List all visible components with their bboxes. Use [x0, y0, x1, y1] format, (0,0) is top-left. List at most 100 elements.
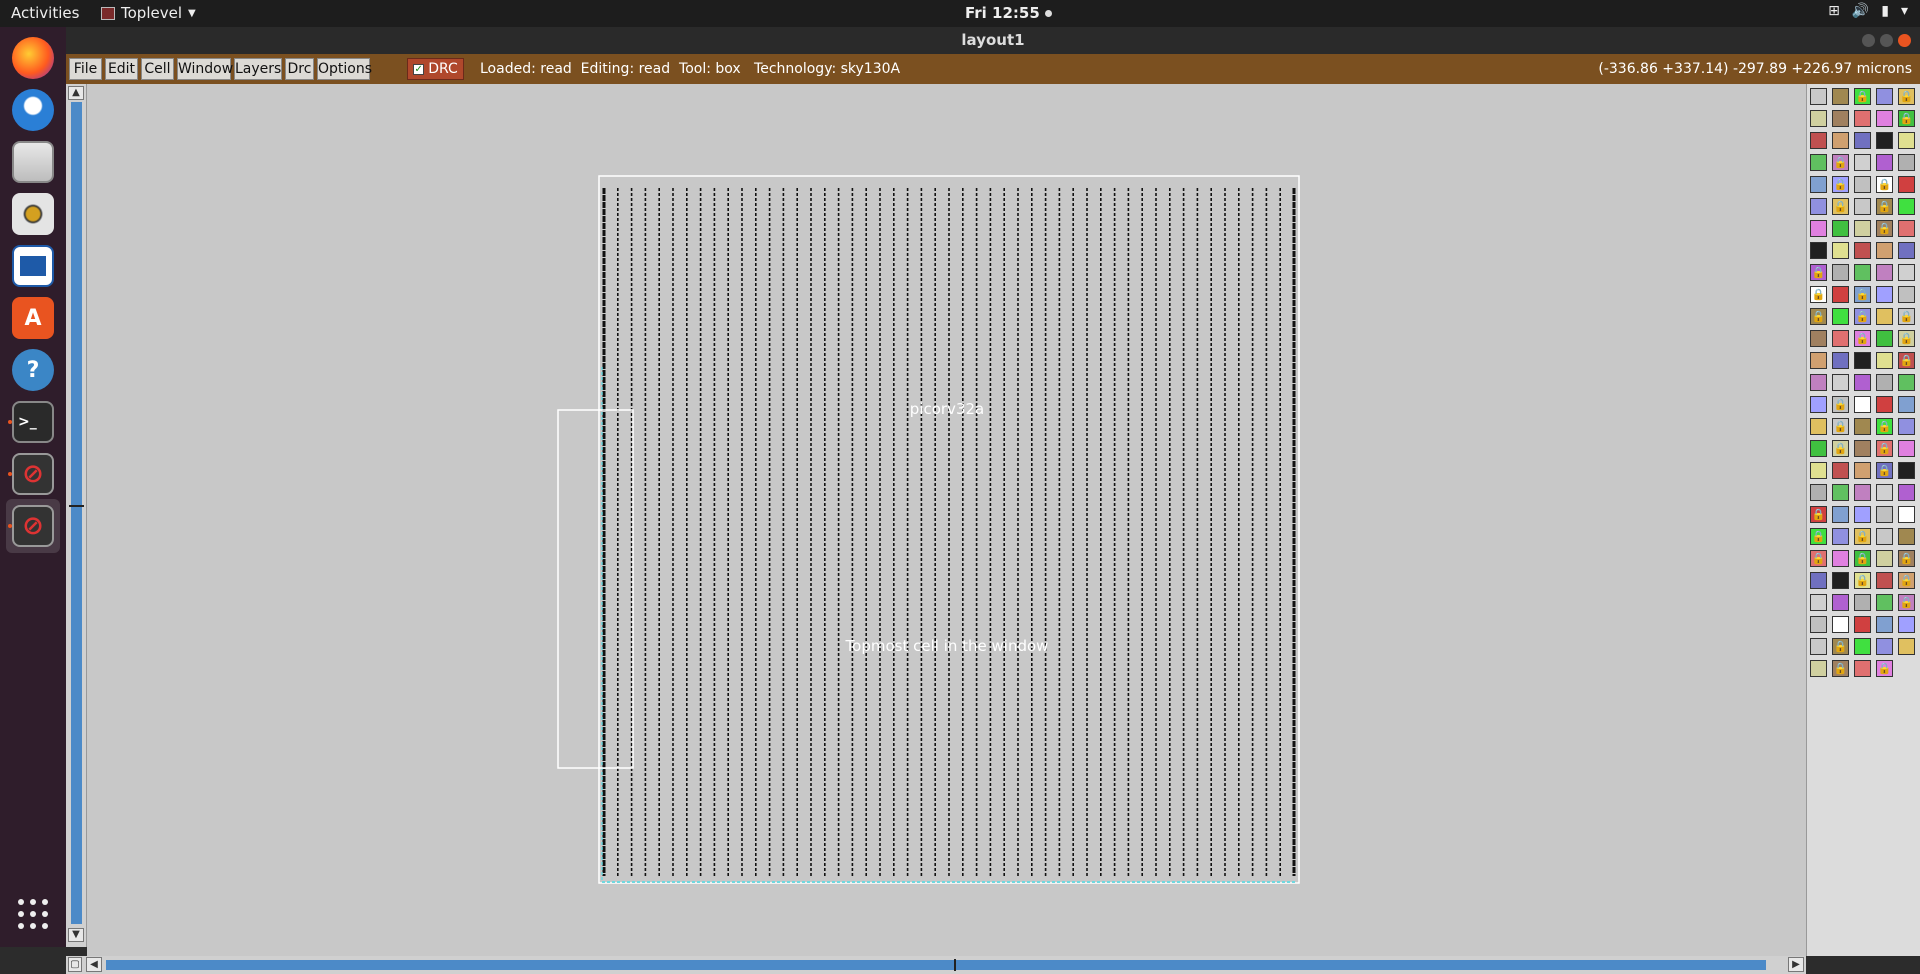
menu-edit[interactable]: Edit — [105, 58, 138, 80]
layer-swatch[interactable] — [1854, 616, 1871, 633]
layer-swatch[interactable] — [1876, 638, 1893, 655]
show-applications-button[interactable] — [6, 887, 60, 941]
dock-rhythmbox[interactable] — [6, 187, 60, 241]
layer-swatch[interactable] — [1810, 132, 1827, 149]
dock-help[interactable]: ? — [6, 343, 60, 397]
layer-swatch[interactable] — [1876, 594, 1893, 611]
layer-swatch[interactable] — [1810, 506, 1827, 523]
layer-swatch[interactable] — [1854, 132, 1871, 149]
layer-swatch[interactable] — [1810, 264, 1827, 281]
layer-swatch[interactable] — [1854, 572, 1871, 589]
layer-swatch[interactable] — [1854, 242, 1871, 259]
layer-swatch[interactable] — [1898, 264, 1915, 281]
dock-terminal[interactable]: >_ — [6, 395, 60, 449]
layer-swatch[interactable] — [1898, 462, 1915, 479]
layer-swatch[interactable] — [1898, 352, 1915, 369]
dock-thunderbird[interactable] — [6, 83, 60, 137]
layer-swatch[interactable] — [1832, 286, 1849, 303]
menu-drc[interactable]: Drc — [285, 58, 314, 80]
layer-swatch[interactable] — [1898, 638, 1915, 655]
layer-swatch[interactable] — [1876, 572, 1893, 589]
layer-swatch[interactable] — [1832, 528, 1849, 545]
layer-swatch[interactable] — [1898, 396, 1915, 413]
layer-swatch[interactable] — [1898, 198, 1915, 215]
layer-swatch[interactable] — [1898, 594, 1915, 611]
vertical-scroll-track[interactable] — [71, 102, 82, 924]
layer-swatch[interactable] — [1854, 110, 1871, 127]
layer-swatch[interactable] — [1898, 110, 1915, 127]
layer-swatch[interactable] — [1810, 198, 1827, 215]
layer-swatch[interactable] — [1854, 330, 1871, 347]
layer-swatch[interactable] — [1832, 198, 1849, 215]
menu-window[interactable]: Window — [177, 58, 233, 80]
layer-swatch[interactable] — [1832, 110, 1849, 127]
dock-writer[interactable] — [6, 239, 60, 293]
layer-swatch[interactable] — [1898, 572, 1915, 589]
layer-swatch[interactable] — [1854, 550, 1871, 567]
horizontal-scroll-track[interactable] — [106, 960, 1766, 970]
layer-swatch[interactable] — [1876, 462, 1893, 479]
layer-swatch[interactable] — [1854, 418, 1871, 435]
dock-files[interactable] — [6, 135, 60, 189]
layer-swatch[interactable] — [1876, 396, 1893, 413]
layer-swatch[interactable] — [1854, 264, 1871, 281]
layer-swatch[interactable] — [1810, 352, 1827, 369]
close-button[interactable] — [1898, 34, 1911, 47]
layer-swatch[interactable] — [1832, 308, 1849, 325]
layer-swatch[interactable] — [1854, 286, 1871, 303]
layer-swatch[interactable] — [1898, 154, 1915, 171]
layer-swatch[interactable] — [1898, 374, 1915, 391]
scroll-down-icon[interactable]: ▼ — [68, 928, 84, 942]
layer-swatch[interactable] — [1810, 330, 1827, 347]
layer-swatch[interactable] — [1854, 506, 1871, 523]
layer-swatch[interactable] — [1898, 330, 1915, 347]
layer-swatch[interactable] — [1876, 440, 1893, 457]
layer-swatch[interactable] — [1898, 176, 1915, 193]
layer-swatch[interactable] — [1832, 440, 1849, 457]
layer-swatch[interactable] — [1832, 396, 1849, 413]
layer-swatch[interactable] — [1854, 352, 1871, 369]
layer-swatch[interactable] — [1810, 550, 1827, 567]
layer-swatch[interactable] — [1810, 638, 1827, 655]
layer-swatch[interactable] — [1876, 286, 1893, 303]
layer-swatch[interactable] — [1832, 242, 1849, 259]
layer-swatch[interactable] — [1810, 154, 1827, 171]
layer-swatch[interactable] — [1876, 176, 1893, 193]
layer-swatch[interactable] — [1876, 660, 1893, 677]
layer-swatch[interactable] — [1898, 528, 1915, 545]
menu-cell[interactable]: Cell — [141, 58, 174, 80]
layer-swatch[interactable] — [1832, 132, 1849, 149]
drc-toggle[interactable]: ✓ DRC — [407, 58, 464, 80]
layer-swatch[interactable] — [1832, 264, 1849, 281]
layer-swatch[interactable] — [1854, 154, 1871, 171]
layer-swatch[interactable] — [1898, 616, 1915, 633]
layer-swatch[interactable] — [1876, 616, 1893, 633]
layer-swatch[interactable] — [1876, 264, 1893, 281]
layer-swatch[interactable] — [1854, 176, 1871, 193]
layer-swatch[interactable] — [1832, 616, 1849, 633]
layer-swatch[interactable] — [1876, 352, 1893, 369]
maximize-button[interactable] — [1880, 34, 1893, 47]
layer-swatch[interactable] — [1876, 506, 1893, 523]
minimize-button[interactable] — [1862, 34, 1875, 47]
layer-swatch[interactable] — [1876, 374, 1893, 391]
zoom-box-icon[interactable]: ▢ — [68, 957, 82, 972]
layer-swatch[interactable] — [1832, 154, 1849, 171]
layer-swatch[interactable] — [1876, 198, 1893, 215]
menu-options[interactable]: Options — [317, 58, 372, 80]
dock-firefox[interactable] — [6, 31, 60, 85]
layer-swatch[interactable] — [1854, 308, 1871, 325]
layer-swatch[interactable] — [1810, 396, 1827, 413]
layer-swatch[interactable] — [1854, 484, 1871, 501]
layer-swatch[interactable] — [1832, 484, 1849, 501]
window-titlebar[interactable]: layout1 — [66, 27, 1920, 54]
layer-swatch[interactable] — [1876, 110, 1893, 127]
layer-swatch[interactable] — [1854, 88, 1871, 105]
system-tray[interactable]: ⊞ 🔊 ▮ ▾ — [1828, 3, 1908, 19]
layer-swatch[interactable] — [1832, 594, 1849, 611]
layer-swatch[interactable] — [1854, 374, 1871, 391]
layer-swatch[interactable] — [1810, 572, 1827, 589]
layer-swatch[interactable] — [1832, 506, 1849, 523]
layer-swatch[interactable] — [1876, 308, 1893, 325]
layout-canvas[interactable]: picorv32a Topmost cell in the window — [87, 84, 1806, 956]
